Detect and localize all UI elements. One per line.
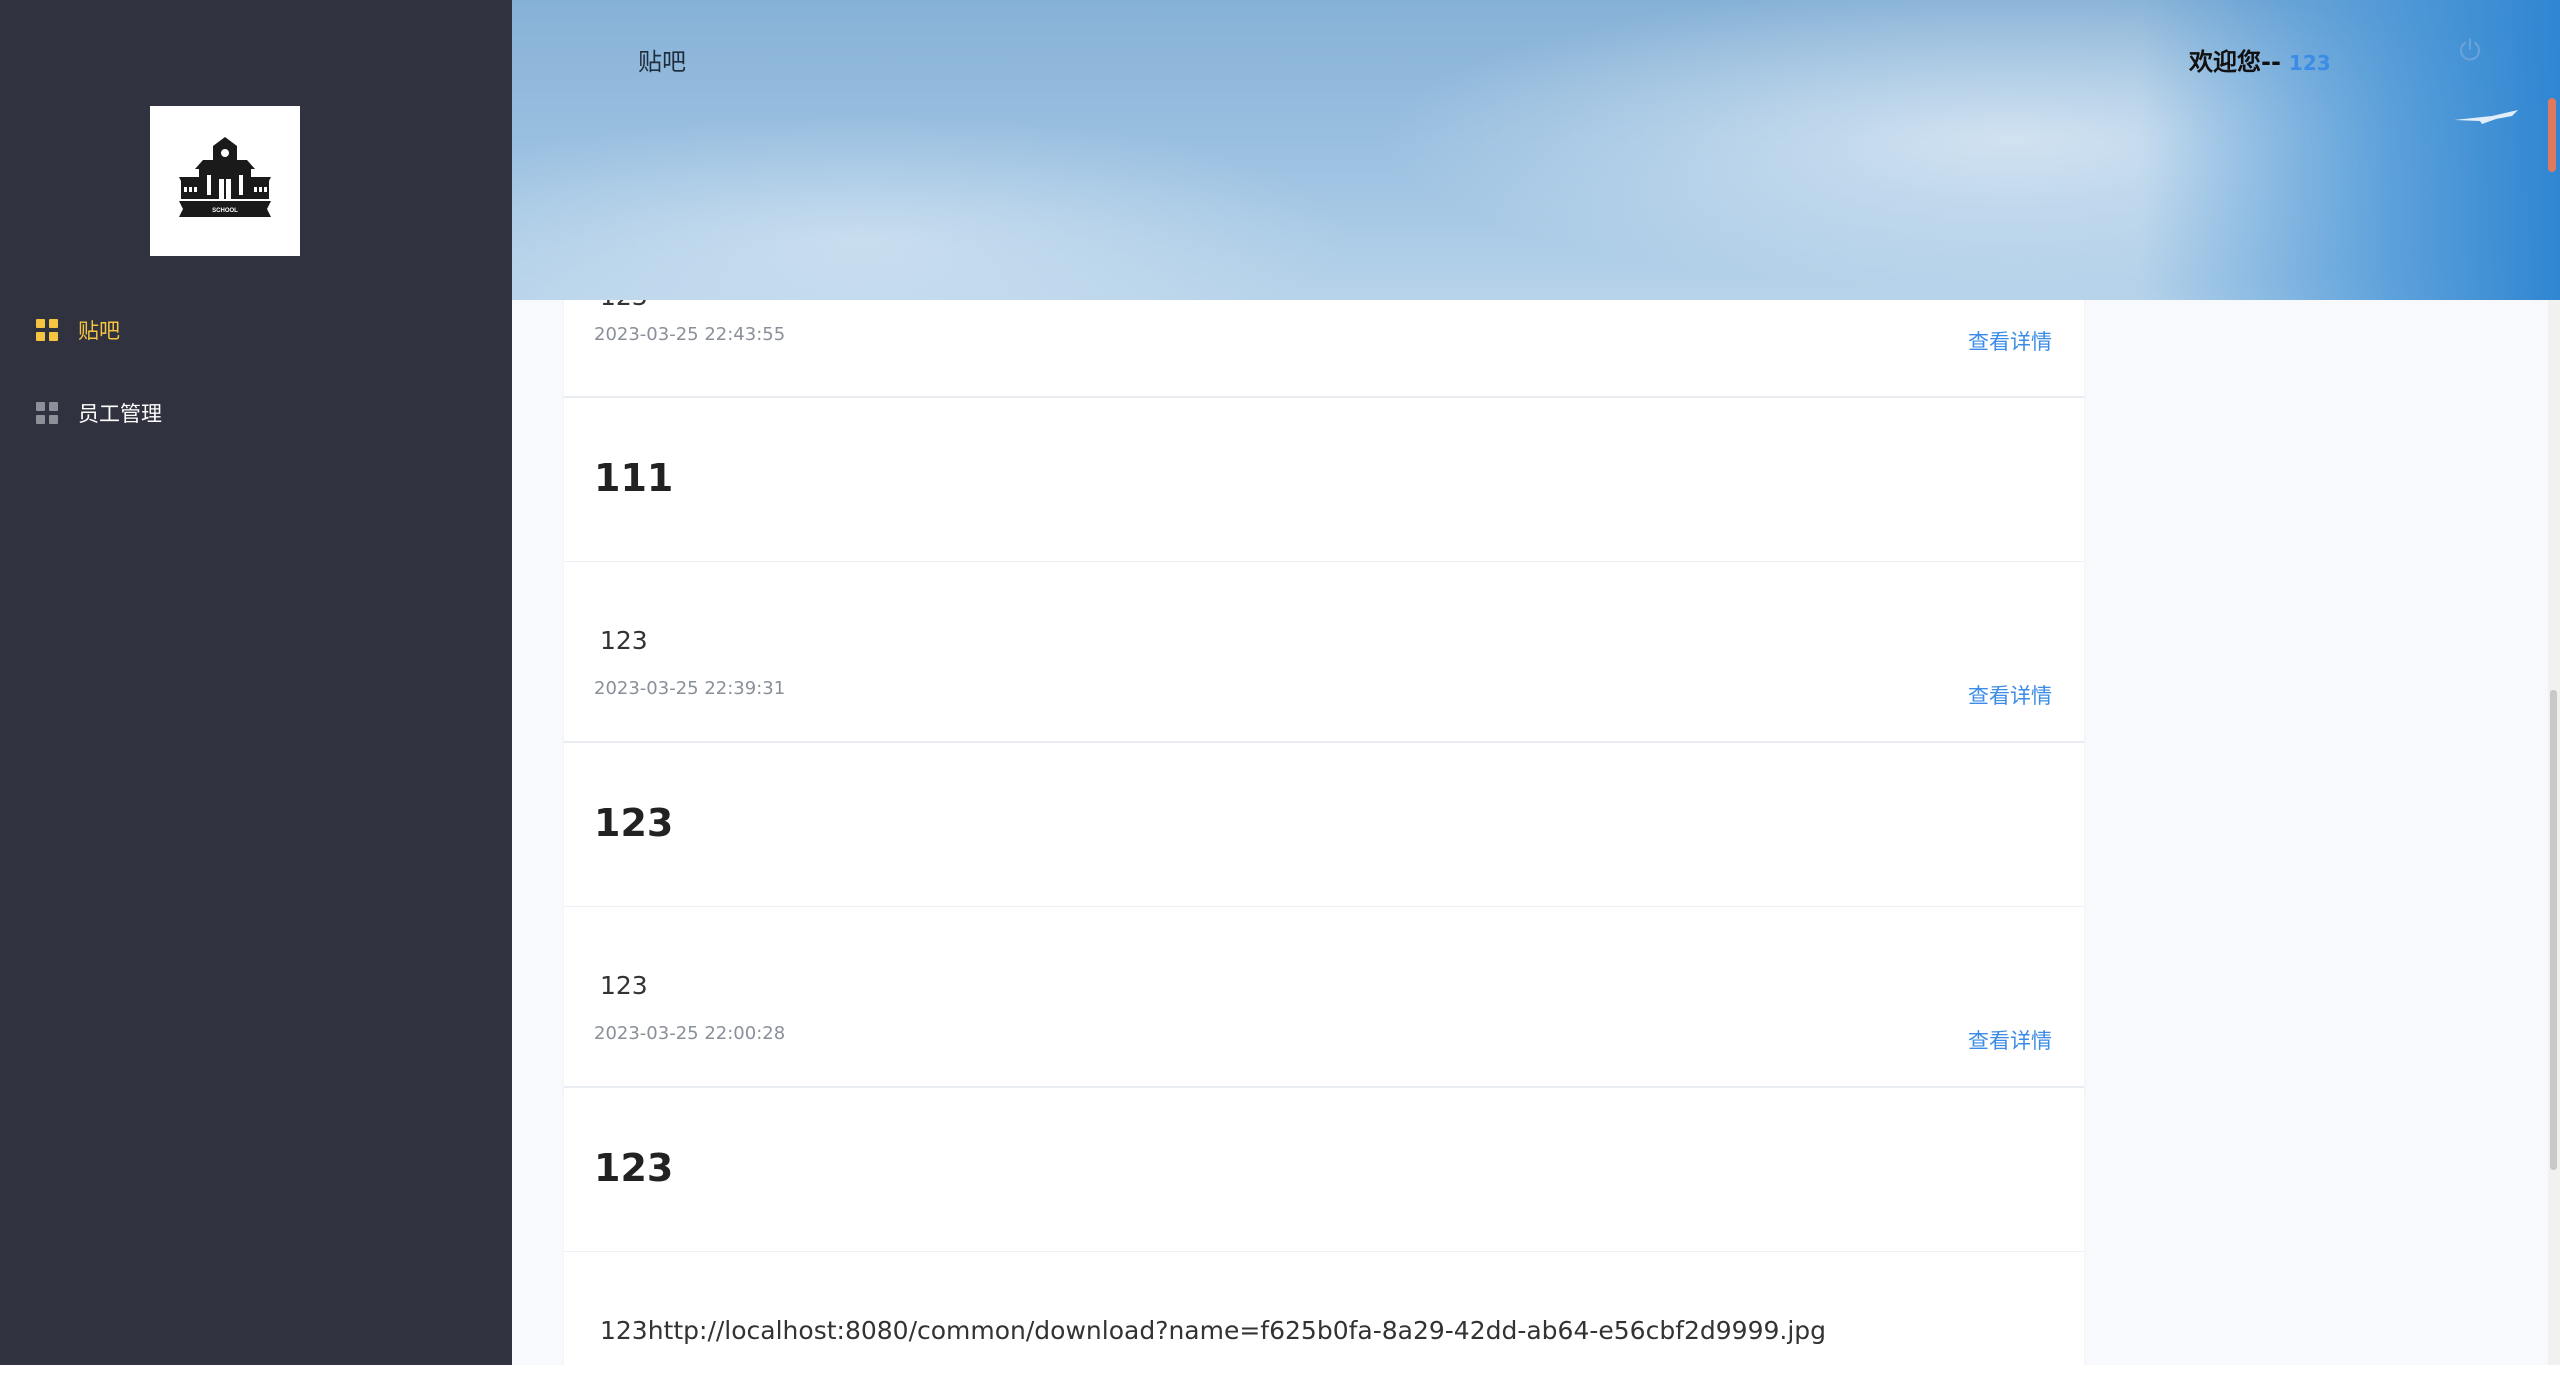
grid-icon [36, 319, 58, 341]
sidebar-item-employee-management[interactable]: 员工管理 [36, 393, 162, 433]
power-icon[interactable] [2456, 36, 2484, 64]
sidebar-item-label: 贴吧 [78, 319, 120, 343]
post-card: 123 123 2023-03-25 22:00:28 查看详情 [564, 741, 2084, 1089]
post-body: 123 [600, 300, 648, 311]
post-body: 123http://localhost:8080/common/download… [600, 1316, 1827, 1345]
view-details-link[interactable]: 查看详情 [1968, 326, 2052, 356]
school-building-icon: SCHOOL [179, 137, 271, 217]
view-details-link[interactable]: 查看详情 [1968, 680, 2052, 710]
scrollbar-thumb[interactable] [2550, 690, 2557, 1170]
post-card: 111 123 2023-03-25 22:39:31 查看详情 [564, 396, 2084, 744]
sidebar-item-tieba[interactable]: 贴吧 [36, 310, 120, 350]
page-title: 贴吧 [638, 48, 686, 76]
post-card: 123 2023-03-25 22:43:55 查看详情 [564, 300, 2084, 396]
airplane-icon [2454, 110, 2518, 124]
sidebar-item-label: 员工管理 [78, 402, 162, 426]
username: 123 [2288, 51, 2331, 75]
logo-text: SCHOOL [212, 208, 238, 214]
header-banner: 贴吧 欢迎您-- 123 [512, 0, 2560, 300]
post-title: 111 [594, 456, 674, 500]
post-time: 2023-03-25 22:00:28 [594, 1023, 786, 1044]
post-body: 123 [600, 626, 648, 655]
header-scroll-indicator [2548, 98, 2556, 172]
post-time: 2023-03-25 22:43:55 [594, 324, 786, 345]
welcome-label: 欢迎您-- [2189, 48, 2281, 76]
grid-icon [36, 402, 58, 424]
view-details-link[interactable]: 查看详情 [1968, 1025, 2052, 1055]
post-card: 123 123http://localhost:8080/common/down… [564, 1086, 2084, 1375]
school-logo: SCHOOL [150, 106, 300, 256]
welcome-text: 欢迎您-- 123 [2189, 42, 2331, 77]
post-list: 123 2023-03-25 22:43:55 查看详情 111 123 202… [512, 300, 2560, 1375]
post-title: 123 [594, 801, 674, 845]
sidebar: SCHOOL 贴吧 员工管理 [0, 0, 512, 1365]
post-time: 2023-03-25 22:39:31 [594, 678, 786, 699]
post-title: 123 [594, 1146, 674, 1190]
post-body: 123 [600, 971, 648, 1000]
